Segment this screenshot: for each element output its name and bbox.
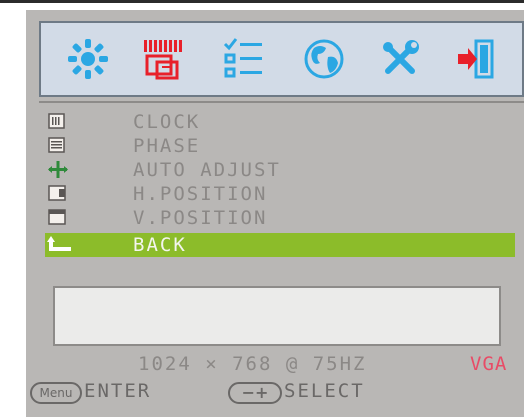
osd-icon-bar (39, 21, 524, 97)
phase-icon (47, 137, 73, 155)
image-setup-icon[interactable] (135, 31, 193, 87)
menu-item-label: H.POSITION (133, 183, 268, 205)
clock-icon (47, 113, 73, 131)
info-box (53, 286, 501, 346)
exit-icon[interactable] (447, 31, 505, 87)
menu-item-clock[interactable]: CLOCK (45, 110, 515, 134)
h-position-icon (47, 185, 73, 203)
top-border (0, 0, 524, 3)
menu-item-back[interactable]: BACK (45, 233, 515, 257)
back-icon (47, 236, 73, 254)
input-source-label: VGA (470, 353, 508, 375)
adjust-key-icon: −+ (228, 382, 282, 404)
menu-item-label: AUTO ADJUST (133, 159, 281, 181)
menu-item-auto-adjust[interactable]: AUTO ADJUST (45, 158, 515, 182)
menu-item-v-position[interactable]: V.POSITION (45, 206, 515, 230)
menu-item-h-position[interactable]: H.POSITION (45, 182, 515, 206)
v-position-icon (47, 209, 73, 227)
osd-language-icon[interactable] (295, 31, 353, 87)
enter-hint: ENTER (84, 380, 152, 402)
brightness-icon[interactable] (59, 31, 117, 87)
divider (39, 101, 524, 103)
menu-item-label: PHASE (133, 135, 201, 157)
menu-item-label: CLOCK (133, 111, 201, 133)
color-menu-icon[interactable] (215, 31, 273, 87)
auto-adjust-icon (47, 161, 73, 179)
resolution-readout: 1024 × 768 @ 75HZ (138, 353, 367, 375)
tools-icon[interactable] (371, 31, 429, 87)
menu-key-icon: Menu (30, 382, 82, 404)
select-hint: SELECT (284, 380, 365, 402)
menu-item-phase[interactable]: PHASE (45, 134, 515, 158)
menu-item-label: V.POSITION (133, 207, 268, 229)
menu-item-label: BACK (133, 234, 187, 256)
